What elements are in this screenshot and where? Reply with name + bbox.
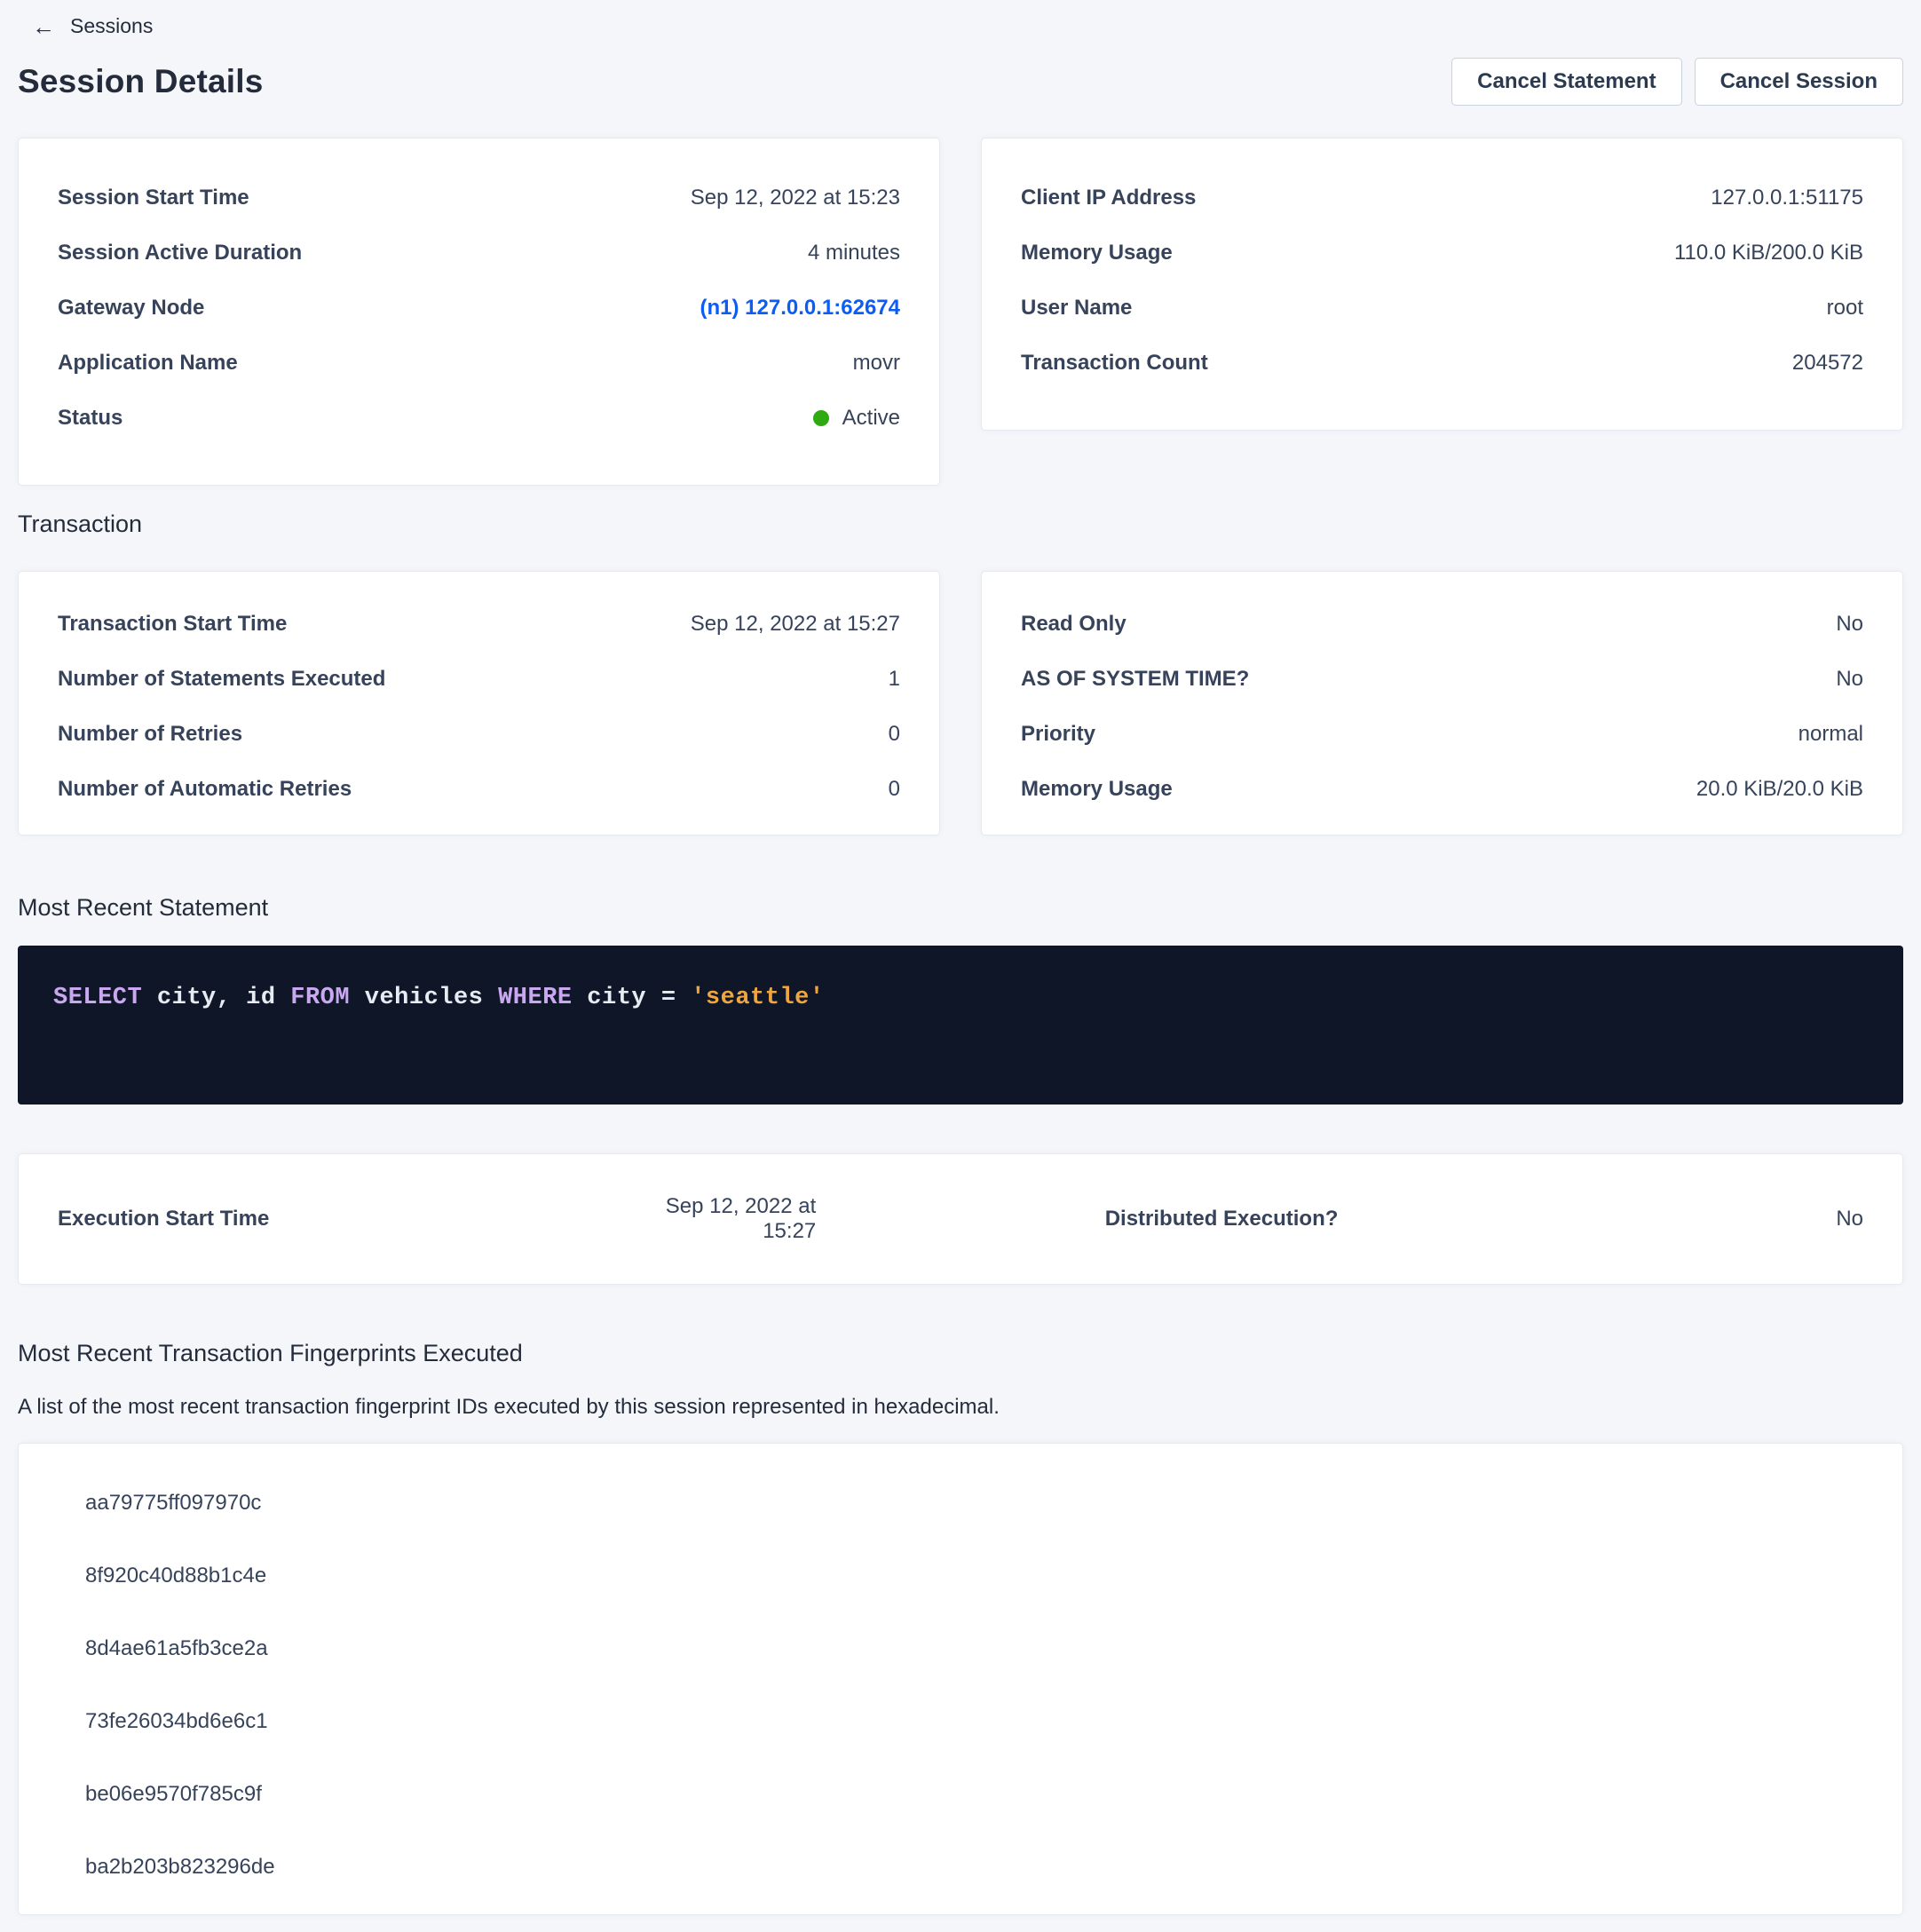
session-status-value: Active [813, 406, 900, 431]
fingerprint-row: 8f920c40d88b1c4e [85, 1540, 1863, 1612]
statements-executed-count-row: Number of Statements Executed 1 [58, 652, 900, 707]
fingerprint-row: be06e9570f785c9f [85, 1758, 1863, 1831]
as-of-system-time-label: AS OF SYSTEM TIME? [1021, 667, 1249, 692]
fingerprint-id: 73fe26034bd6e6c1 [85, 1709, 268, 1734]
transaction-memory-usage-value: 20.0 KiB/20.0 KiB [1696, 777, 1863, 802]
execution-details-card: Execution Start Time Sep 12, 2022 at 15:… [18, 1153, 1903, 1285]
automatic-retries-count-label: Number of Automatic Retries [58, 777, 352, 802]
execution-start-time-label: Execution Start Time [58, 1207, 618, 1231]
priority-row: Priority normal [1021, 707, 1863, 762]
session-start-time-value: Sep 12, 2022 at 15:23 [691, 186, 900, 210]
sql-statement-text: SELECT city, id FROM vehicles WHERE city… [53, 985, 825, 1011]
session-details-card-left: Session Start TimeSep 12, 2022 at 15:23S… [18, 138, 940, 486]
transaction-memory-usage-label: Memory Usage [1021, 777, 1173, 802]
statements-executed-count-label: Number of Statements Executed [58, 667, 385, 692]
session-active-duration-row: Session Active Duration 4 minutes [58, 226, 900, 281]
session-memory-usage-label: Memory Usage [1021, 241, 1173, 265]
session-active-duration-label: Session Active Duration [58, 241, 302, 265]
retries-count-label: Number of Retries [58, 722, 242, 747]
session-start-time-row: Session Start Time Sep 12, 2022 at 15:23 [58, 170, 900, 226]
transaction-start-time-label: Transaction Start Time [58, 612, 287, 637]
client-ip-address-row: Client IP Address 127.0.0.1:51175 [1021, 170, 1863, 226]
sql-statement-box: SELECT city, id FROM vehicles WHERE city… [18, 946, 1903, 1105]
breadcrumb: ← Sessions [0, 0, 1921, 38]
user-name-row: User Name root [1021, 281, 1863, 336]
fingerprint-row: 8d4ae61a5fb3ce2a [85, 1612, 1863, 1685]
transaction-start-time-value: Sep 12, 2022 at 15:27 [691, 612, 900, 637]
statements-executed-count-value: 1 [889, 667, 900, 692]
fingerprints-description: A list of the most recent transaction fi… [18, 1395, 1903, 1420]
transaction-start-time-row: Transaction Start Time Sep 12, 2022 at 15… [58, 597, 900, 652]
fingerprint-row: ba2b203b823296de [85, 1831, 1863, 1904]
retries-count-row: Number of Retries 0 [58, 707, 900, 762]
fingerprints-section-heading: Most Recent Transaction Fingerprints Exe… [18, 1338, 1903, 1368]
session-summary-row: Session Start TimeSep 12, 2022 at 15:23S… [18, 138, 1903, 486]
application-name-row: Application Name movr [58, 336, 900, 391]
distributed-execution-label: Distributed Execution? [1105, 1207, 1339, 1231]
fingerprint-row: 73fe26034bd6e6c1 [85, 1685, 1863, 1758]
session-memory-usage-row: Memory Usage 110.0 KiB/200.0 KiB [1021, 226, 1863, 281]
gateway-node-link[interactable]: (n1) 127.0.0.1:62674 [700, 296, 900, 321]
execution-details-row: Execution Start Time Sep 12, 2022 at 15:… [58, 1194, 1863, 1244]
back-to-sessions-link[interactable]: Sessions [70, 14, 153, 38]
session-active-duration-value: 4 minutes [808, 241, 900, 265]
transaction-memory-usage-row: Memory Usage 20.0 KiB/20.0 KiB [1021, 762, 1863, 817]
cancel-statement-button[interactable]: Cancel Statement [1451, 58, 1681, 106]
session-start-time-label: Session Start Time [58, 186, 249, 210]
session-status-label: Status [58, 406, 123, 431]
read-only-label: Read Only [1021, 612, 1127, 637]
client-ip-address-value: 127.0.0.1:51175 [1711, 186, 1863, 210]
back-arrow-icon[interactable]: ← [32, 15, 55, 38]
page-title: Session Details [18, 63, 264, 100]
retries-count-value: 0 [889, 722, 900, 747]
transaction-card-right: Read Only No AS OF SYSTEM TIME? No Priority n… [981, 571, 1903, 835]
sql-token-plain: city, id [142, 985, 290, 1011]
fingerprint-id: ba2b203b823296de [85, 1855, 275, 1880]
distributed-execution-value: No [1836, 1207, 1863, 1231]
sql-token-keyword: FROM [290, 985, 350, 1011]
as-of-system-time-value: No [1836, 667, 1863, 692]
execution-start-time-value: Sep 12, 2022 at 15:27 [618, 1194, 817, 1244]
cancel-session-button[interactable]: Cancel Session [1695, 58, 1903, 106]
gateway-node-label: Gateway Node [58, 296, 204, 321]
fingerprint-id: 8d4ae61a5fb3ce2a [85, 1636, 268, 1661]
page-header: Session Details Cancel Statement Cancel … [18, 58, 1903, 106]
transaction-section-heading: Transaction [18, 509, 1903, 539]
application-name-label: Application Name [58, 351, 238, 376]
active-status-dot-icon [813, 410, 829, 426]
automatic-retries-count-row: Number of Automatic Retries 0 [58, 762, 900, 817]
client-ip-address-label: Client IP Address [1021, 186, 1196, 210]
sql-token-keyword: SELECT [53, 985, 142, 1011]
priority-label: Priority [1021, 722, 1095, 747]
fingerprint-row: aa79775ff097970c [85, 1467, 1863, 1540]
read-only-row: Read Only No [1021, 597, 1863, 652]
fingerprint-id: be06e9570f785c9f [85, 1782, 262, 1807]
priority-value: normal [1798, 722, 1863, 747]
sql-token-plain: city = [573, 985, 692, 1011]
session-details-card-right: Client IP Address 127.0.0.1:51175 Memory U… [981, 138, 1903, 431]
user-name-label: User Name [1021, 296, 1132, 321]
fingerprint-id: aa79775ff097970c [85, 1491, 261, 1516]
transaction-count-value: 204572 [1792, 351, 1863, 376]
transaction-card-left: Transaction Start Time Sep 12, 2022 at 15… [18, 571, 940, 835]
sql-token-string: 'seattle' [691, 985, 824, 1011]
session-status-text: Active [842, 406, 900, 431]
session-memory-usage-value: 110.0 KiB/200.0 KiB [1674, 241, 1863, 265]
session-status-row: Status Active [58, 391, 900, 446]
transaction-summary-row: Transaction Start Time Sep 12, 2022 at 15… [18, 571, 1903, 835]
sql-token-plain: vehicles [350, 985, 498, 1011]
as-of-system-time-row: AS OF SYSTEM TIME? No [1021, 652, 1863, 707]
statement-section-heading: Most Recent Statement [18, 892, 1903, 922]
read-only-value: No [1836, 612, 1863, 637]
sql-token-keyword: WHERE [498, 985, 573, 1011]
gateway-node-row: Gateway Node (n1) 127.0.0.1:62674 [58, 281, 900, 336]
header-actions: Cancel Statement Cancel Session [1451, 58, 1903, 106]
transaction-count-row: Transaction Count 204572 [1021, 336, 1863, 391]
fingerprints-card: aa79775ff097970c 8f920c40d88b1c4e 8d4ae61a… [18, 1443, 1903, 1915]
application-name-value: movr [853, 351, 900, 376]
fingerprint-id: 8f920c40d88b1c4e [85, 1564, 266, 1588]
transaction-count-label: Transaction Count [1021, 351, 1208, 376]
automatic-retries-count-value: 0 [889, 777, 900, 802]
user-name-value: root [1827, 296, 1863, 321]
